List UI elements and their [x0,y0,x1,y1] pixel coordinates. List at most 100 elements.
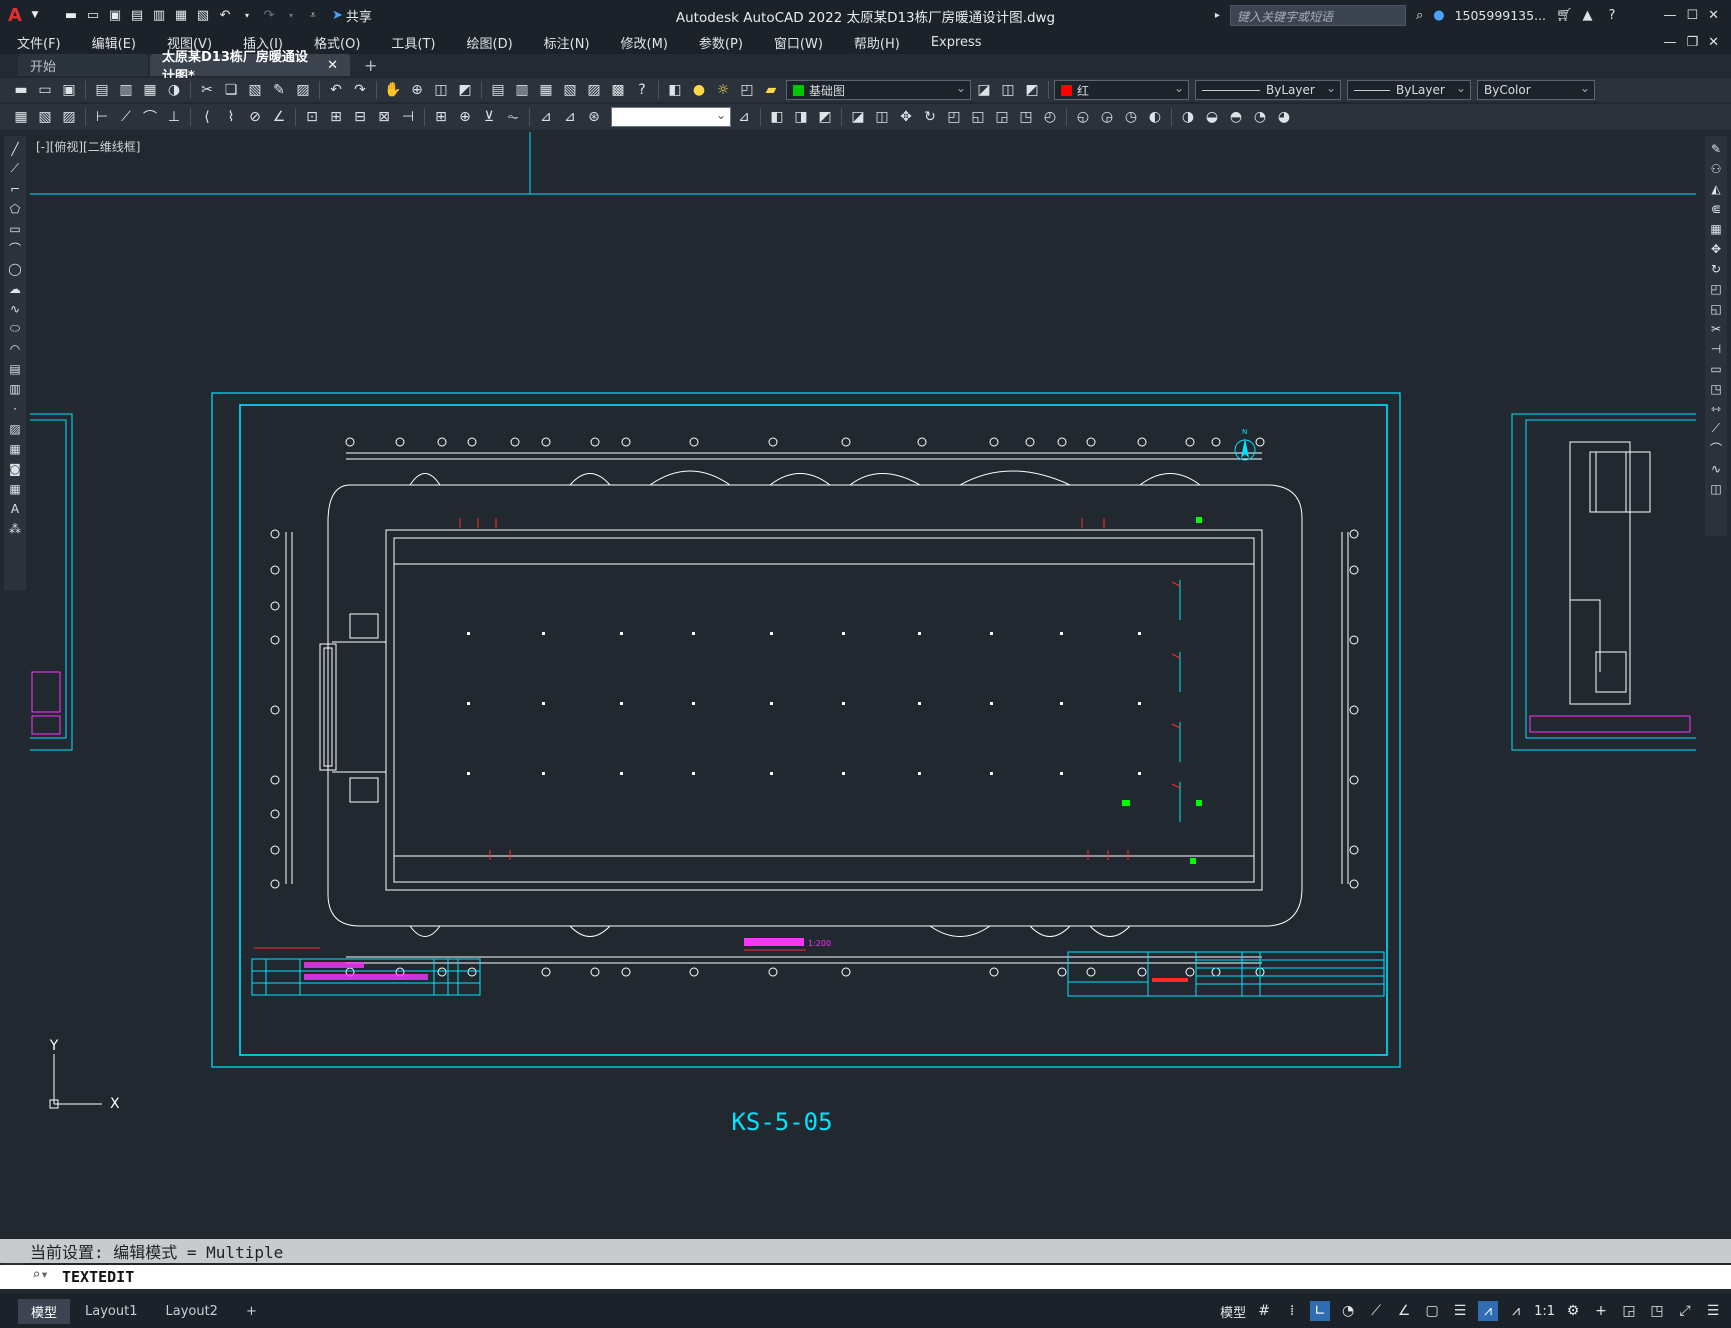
dim-edit-icon[interactable]: ⊿ [535,106,557,128]
layer-lock-icon[interactable]: ▰ [760,79,782,101]
settings-gear-icon[interactable]: ⚙ [1563,1301,1583,1321]
add-layout-button[interactable]: + [233,1301,270,1322]
ordinate-icon[interactable]: ⊥ [163,106,185,128]
search-input[interactable]: 键入关键字或短语 [1229,4,1406,26]
customize-qat-icon[interactable]: ⩡ [304,6,322,24]
copy-palette-icon[interactable]: ⚇ [1707,160,1725,177]
new-tab-button[interactable]: + [352,54,389,76]
group-icon[interactable]: ◓ [1225,106,1247,128]
jogged-linear-icon[interactable]: ⏦ [502,106,524,128]
move-palette-icon[interactable]: ✥ [1707,240,1725,257]
user-name[interactable]: 1505999135... [1455,8,1546,23]
add-selected-icon[interactable]: ⁂ [6,520,24,537]
hatch-icon[interactable]: ▨ [6,420,24,437]
doc-minimize-icon[interactable]: — [1663,35,1676,50]
lineweight-icon[interactable]: ☰ [1450,1301,1470,1321]
layer-dropdown[interactable]: 基础图 [786,80,971,100]
clean-screen-icon[interactable]: ⤢ [1675,1301,1695,1321]
array-palette-icon[interactable]: ▦ [1707,220,1725,237]
snap-icon[interactable]: ⁞ [1282,1301,1302,1321]
menu-parametric[interactable]: 参数(P) [682,33,757,52]
autodesk-app-icon[interactable]: ▲ [1583,8,1593,23]
ellipse-icon[interactable]: ⬭ [6,320,24,337]
line-icon[interactable]: ╱ [6,140,24,157]
spline-icon[interactable]: ∿ [6,300,24,317]
close-button[interactable]: ✕ [1708,8,1719,23]
angular-icon[interactable]: ∠ [268,106,290,128]
object-snap-icon[interactable]: ▢ [1422,1301,1442,1321]
open-icon[interactable]: ▭ [34,79,56,101]
menu-file[interactable]: 文件(F) [0,33,75,52]
publish-icon[interactable]: ▦ [139,79,161,101]
menu-express[interactable]: Express [914,35,996,50]
block-editor-icon[interactable]: ▨ [292,79,314,101]
dim-text-edit-icon[interactable]: ⊿ [559,106,581,128]
break-point-palette-icon[interactable]: ◳ [1707,380,1725,397]
arc-icon[interactable]: ⌒ [6,240,24,257]
open-file-icon[interactable]: ▭ [84,6,102,24]
inspect-icon[interactable]: ⊻ [478,106,500,128]
layout-tab-model[interactable]: 模型 [18,1298,71,1324]
qnew-icon[interactable]: ▬ [10,79,32,101]
make-layer-current-icon[interactable]: ◪ [973,79,995,101]
menu-tools[interactable]: 工具(T) [374,33,449,52]
undo-icon[interactable]: ↶ [216,6,234,24]
layer-viewport-icon[interactable]: ◰ [736,79,758,101]
trim-icon[interactable]: ◲ [991,106,1013,128]
move-icon[interactable]: ✥ [895,106,917,128]
color-dropdown[interactable]: 红 [1054,80,1189,100]
grid-icon[interactable]: # [1254,1301,1274,1321]
search-expand-icon[interactable]: ▸ [1215,10,1220,21]
polar-icon[interactable]: ◔ [1338,1301,1358,1321]
layer-previous-icon[interactable]: ◫ [997,79,1019,101]
design-center-icon[interactable]: ▥ [511,79,533,101]
search-icon[interactable]: ⌕ [1416,8,1423,23]
copy-icon[interactable]: ❏ [220,79,242,101]
properties-icon[interactable]: ▤ [487,79,509,101]
scale-icon[interactable]: ◰ [943,106,965,128]
fillet-icon[interactable]: ◷ [1120,106,1142,128]
ungroup-icon[interactable]: ◔ [1249,106,1271,128]
fillet-palette-icon[interactable]: ⌒ [1707,440,1725,457]
point-icon[interactable]: · [6,400,24,417]
3d-print-icon[interactable]: ◑ [163,79,185,101]
doc-close-icon[interactable]: ✕ [1708,35,1719,50]
undo-dropdown-icon[interactable]: ▾ [238,6,256,24]
jogged-icon[interactable]: ⌇ [220,106,242,128]
save-icon[interactable]: ▣ [106,6,124,24]
blend-palette-icon[interactable]: ∿ [1707,460,1725,477]
redo-dropdown-icon[interactable]: ▾ [282,6,300,24]
dimstyle-dropdown[interactable] [611,107,731,127]
chamfer-icon[interactable]: ◶ [1096,106,1118,128]
mirror-icon[interactable]: ◩ [814,106,836,128]
autocad-logo-icon[interactable]: A [8,5,26,26]
center-mark-icon[interactable]: ⊕ [454,106,476,128]
plotstyle-dropdown[interactable]: ByColor [1477,80,1595,100]
help-toolbar-icon[interactable]: ? [631,79,653,101]
close-tab-icon[interactable]: ✕ [327,58,338,73]
explode-palette-icon[interactable]: ◫ [1707,480,1725,497]
preview-icon[interactable]: ▥ [115,79,137,101]
calculator-icon[interactable]: ▩ [607,79,629,101]
lineweight-dropdown[interactable]: ByLayer [1347,80,1471,100]
save-as-icon[interactable]: ▤ [128,6,146,24]
scale-palette-icon[interactable]: ◰ [1707,280,1725,297]
menu-edit[interactable]: 编辑(E) [75,33,150,52]
save-toolbar-icon[interactable]: ▣ [58,79,80,101]
baseline-icon[interactable]: ⊞ [325,106,347,128]
restore-button[interactable]: ☐ [1686,8,1698,23]
menu-window[interactable]: 窗口(W) [757,33,837,52]
pan-icon[interactable]: ✋ [382,79,404,101]
dim-update-icon[interactable]: ⊛ [583,106,605,128]
join-icon[interactable]: ◵ [1072,106,1094,128]
user-icon[interactable]: ● [1433,8,1444,23]
open-web-icon[interactable]: ▥ [150,6,168,24]
layout-tab-layout2[interactable]: Layout2 [152,1301,230,1322]
menu-draw[interactable]: 绘图(D) [450,33,527,52]
redo-icon[interactable]: ↷ [260,6,278,24]
layer-state-icon[interactable]: ◩ [1021,79,1043,101]
menu-help[interactable]: 帮助(H) [837,33,914,52]
cut-icon[interactable]: ✂ [196,79,218,101]
auto-scale-icon[interactable]: ⩘ [1506,1301,1526,1321]
cart-icon[interactable]: 🛒︎ [1556,8,1573,23]
